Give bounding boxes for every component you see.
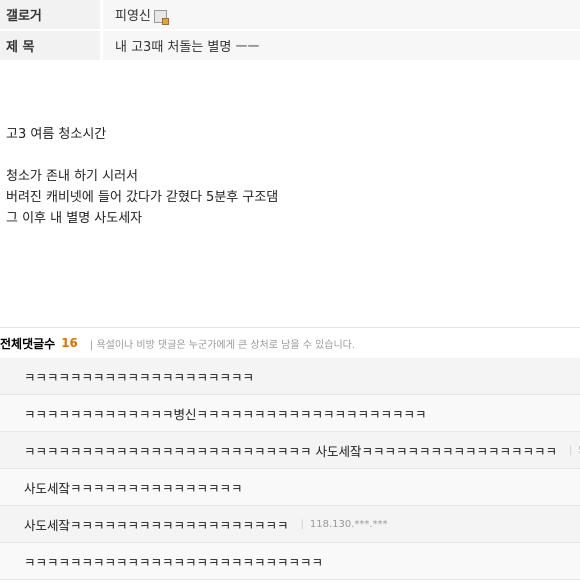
comment-text: ㅋㅋㅋㅋㅋㅋㅋㅋㅋㅋㅋㅋㅋㅋㅋㅋㅋㅋㅋㅋㅋㅋㅋㅋㅋ 사도세잨ㅋㅋㅋㅋㅋㅋㅋㅋㅋㅋ… [24,443,557,459]
ip-separator: | [300,518,304,530]
comment-list: ㅋㅋㅋㅋㅋㅋㅋㅋㅋㅋㅋㅋㅋㅋㅋㅋㅋㅋㅋㅋ ㅋㅋㅋㅋㅋㅋㅋㅋㅋㅋㅋㅋㅋ병신ㅋㅋㅋㅋ… [0,358,580,580]
post-line: 그 이후 내 별명 사도세자 [6,211,143,226]
post-line: 청소가 존내 하기 시러서 [6,169,138,184]
comment-count: 16 [61,336,78,350]
comment-ip: 118.130.***.*** [309,518,388,530]
post-line: 고3 여름 청소시간 [6,127,107,142]
post-title: 내 고3때 처돌는 별명 ㅡㅡ [103,31,580,60]
title-row: 제 목 내 고3때 처돌는 별명 ㅡㅡ [0,31,580,60]
gallery-label: 갤로거 [0,0,100,29]
comment-text: ㅋㅋㅋㅋㅋㅋㅋㅋㅋㅋㅋㅋㅋ병신ㅋㅋㅋㅋㅋㅋㅋㅋㅋㅋㅋㅋㅋㅋㅋㅋㅋㅋㅋㅋ [24,406,427,422]
comment-item: ㅋㅋㅋㅋㅋㅋㅋㅋㅋㅋㅋㅋㅋㅋㅋㅋㅋㅋㅋㅋㅋㅋㅋㅋㅋ 사도세잨ㅋㅋㅋㅋㅋㅋㅋㅋㅋㅋ… [0,432,580,469]
comment-text: ㅋㅋㅋㅋㅋㅋㅋㅋㅋㅋㅋㅋㅋㅋㅋㅋㅋㅋㅋㅋ [24,369,255,385]
comment-text: ㅋㅋㅋㅋㅋㅋㅋㅋㅋㅋㅋㅋㅋㅋㅋㅋㅋㅋㅋㅋㅋㅋㅋㅋㅋㅋ [24,554,324,570]
comment-text: 사도세잨ㅋㅋㅋㅋㅋㅋㅋㅋㅋㅋㅋㅋㅋㅋㅋㅋㅋㅋㅋ [24,517,289,533]
ip-separator: | [568,444,573,456]
comment-item: ㅋㅋㅋㅋㅋㅋㅋㅋㅋㅋㅋㅋㅋ병신ㅋㅋㅋㅋㅋㅋㅋㅋㅋㅋㅋㅋㅋㅋㅋㅋㅋㅋㅋㅋ [0,395,580,432]
post-line: 버려진 캐비넷에 들어 갔다가 갇혔다 5분후 구조댐 [6,190,279,205]
gallery-row: 갤로거 피영신 [0,0,580,29]
comments-header: 전체댓글수 16 | 욕설이나 비방 댓글은 누군가에게 큰 상처로 남을 수 … [0,328,580,358]
title-label: 제 목 [0,31,100,60]
comment-item: ㅋㅋㅋㅋㅋㅋㅋㅋㅋㅋㅋㅋㅋㅋㅋㅋㅋㅋㅋㅋ [0,358,580,395]
gallery-value: 피영신 [103,0,580,29]
comment-count-label: 전체댓글수 [0,336,56,351]
comment-item: 사도세잨ㅋㅋㅋㅋㅋㅋㅋㅋㅋㅋㅋㅋㅋㅋㅋ [0,469,580,506]
comment-text: 사도세잨ㅋㅋㅋㅋㅋㅋㅋㅋㅋㅋㅋㅋㅋㅋㅋ [24,480,243,496]
post-body: 고3 여름 청소시간 청소가 존내 하기 시러서 버려진 캐비넷에 들어 갔다가… [0,62,580,324]
author-name[interactable]: 피영신 [115,5,151,24]
comment-item: ㅋㅋㅋㅋㅋㅋㅋㅋㅋㅋㅋㅋㅋㅋㅋㅋㅋㅋㅋㅋㅋㅋㅋㅋㅋㅋ [0,543,580,580]
gallog-icon[interactable] [153,10,169,25]
post-meta: 갤로거 피영신 제 목 내 고3때 처돌는 별명 ㅡㅡ [0,0,580,60]
comment-policy-note: | 욕설이나 비방 댓글은 누군가에게 큰 상처로 남을 수 있습니다. [89,339,356,351]
comment-item: 사도세잨ㅋㅋㅋㅋㅋㅋㅋㅋㅋㅋㅋㅋㅋㅋㅋㅋㅋㅋㅋ | 118.130.***.**… [0,506,580,543]
